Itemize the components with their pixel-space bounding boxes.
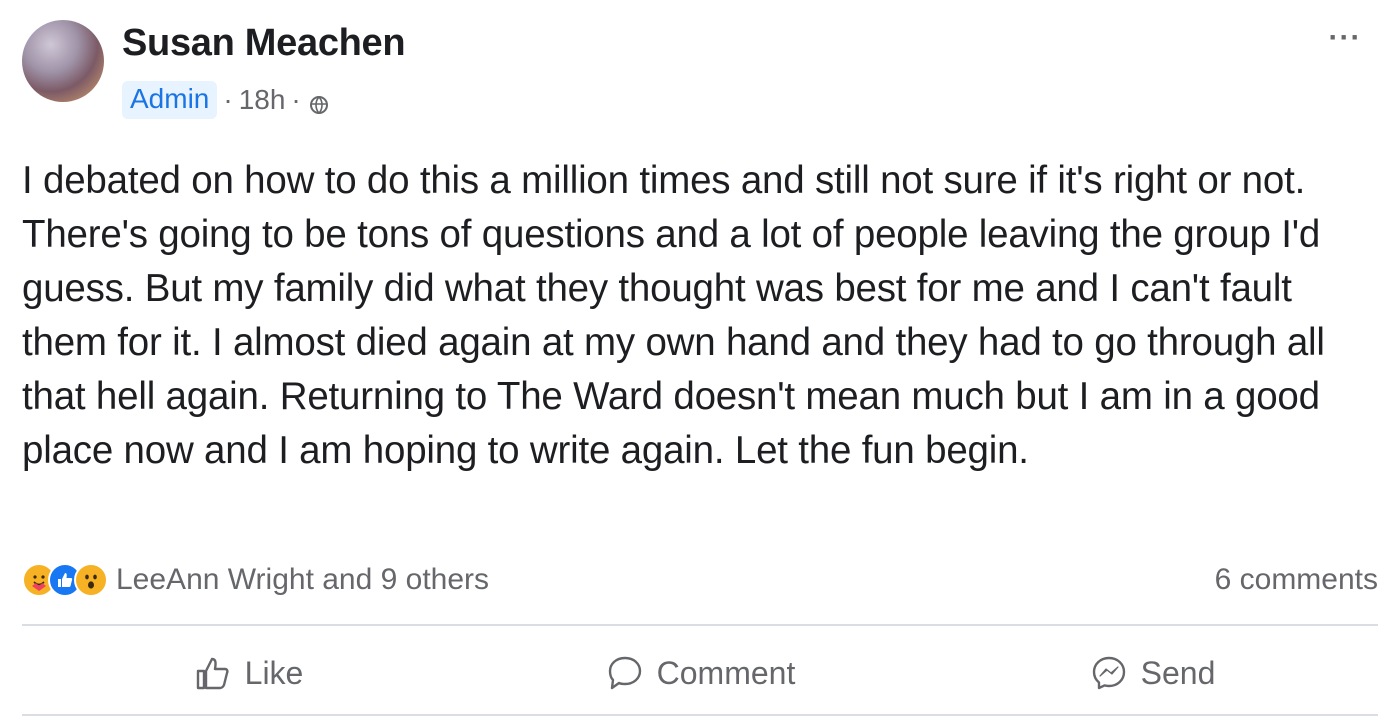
more-options-button[interactable]: ··· [1320, 18, 1370, 58]
reactions-summary[interactable]: LeeAnn Wright and 9 others [22, 563, 489, 597]
reactors-summary-text[interactable]: LeeAnn Wright and 9 others [116, 563, 489, 597]
post-body-text: I debated on how to do this a million ti… [22, 159, 1336, 472]
admin-badge: Admin [122, 81, 218, 119]
post-meta: Admin · 18h · [122, 80, 329, 120]
send-button[interactable]: Send [926, 640, 1378, 706]
comment-bubble-icon [608, 656, 641, 690]
bottom-divider [22, 714, 1378, 716]
like-label: Like [244, 654, 304, 691]
post-timestamp[interactable]: 18h [239, 84, 286, 116]
facebook-post: Susan Meachen Admin · 18h · ··· I debate… [0, 0, 1400, 720]
post-actions: Like Comment Send [22, 640, 1378, 706]
comment-button[interactable]: Comment [474, 640, 926, 706]
thumbs-up-icon [196, 657, 229, 690]
like-button[interactable]: Like [22, 640, 474, 706]
send-label: Send [1140, 654, 1216, 691]
meta-separator-2: · [291, 84, 301, 115]
messenger-icon [1092, 656, 1125, 690]
author-name[interactable]: Susan Meachen [122, 22, 406, 65]
avatar[interactable] [22, 20, 104, 102]
post-header: Susan Meachen Admin · 18h · ··· [22, 18, 1378, 128]
comment-label: Comment [656, 654, 796, 691]
comments-count-link[interactable]: 6 comments [1215, 563, 1378, 597]
divider [22, 624, 1378, 626]
reaction-icons[interactable] [22, 563, 108, 597]
meta-separator: · [223, 84, 233, 115]
reactions-bar: LeeAnn Wright and 9 others 6 comments [22, 556, 1378, 604]
globe-icon[interactable] [309, 90, 329, 114]
wow-reaction-icon [74, 563, 108, 597]
